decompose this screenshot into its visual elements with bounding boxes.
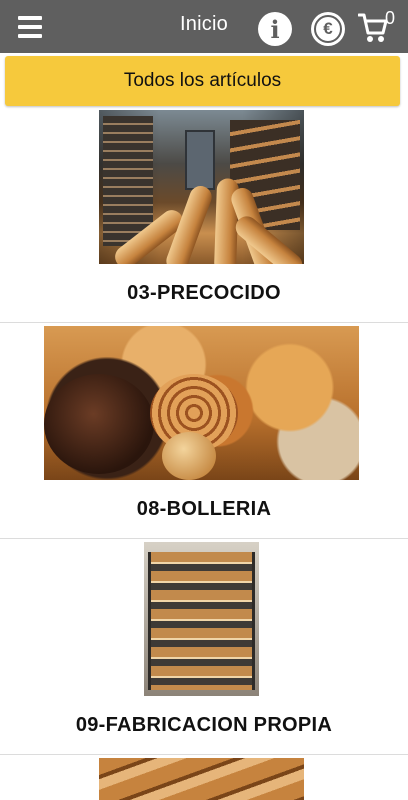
page-title: Inicio — [180, 13, 228, 35]
divider — [0, 322, 408, 323]
category-item[interactable]: 09-FABRICACION PROPIA — [0, 542, 408, 755]
category-image-fabricacion-propia — [144, 542, 259, 696]
divider — [0, 538, 408, 539]
cart-count-badge: 0 — [385, 8, 396, 28]
all-items-button[interactable]: Todos los artículos — [5, 56, 400, 106]
euro-icon[interactable]: € — [311, 12, 345, 46]
category-label: 09-FABRICACION PROPIA — [75, 714, 333, 736]
category-item[interactable]: 08-BOLLERIA — [0, 326, 408, 539]
category-label: 08-BOLLERIA — [136, 498, 272, 520]
category-image-partial — [99, 758, 304, 800]
info-icon[interactable]: i — [258, 12, 292, 46]
category-item[interactable]: 03-PRECOCIDO — [0, 110, 408, 323]
cart-icon-graphic — [357, 13, 388, 42]
category-label: 03-PRECOCIDO — [127, 282, 281, 304]
menu-icon[interactable] — [18, 16, 42, 38]
category-image-bolleria — [44, 326, 359, 480]
category-image-precocido — [99, 110, 304, 264]
category-item[interactable] — [0, 758, 408, 800]
divider — [0, 754, 408, 755]
euro-symbol: € — [314, 15, 342, 43]
cart-icon[interactable] — [357, 12, 388, 44]
top-bar: Inicio i € 0 — [0, 0, 408, 53]
